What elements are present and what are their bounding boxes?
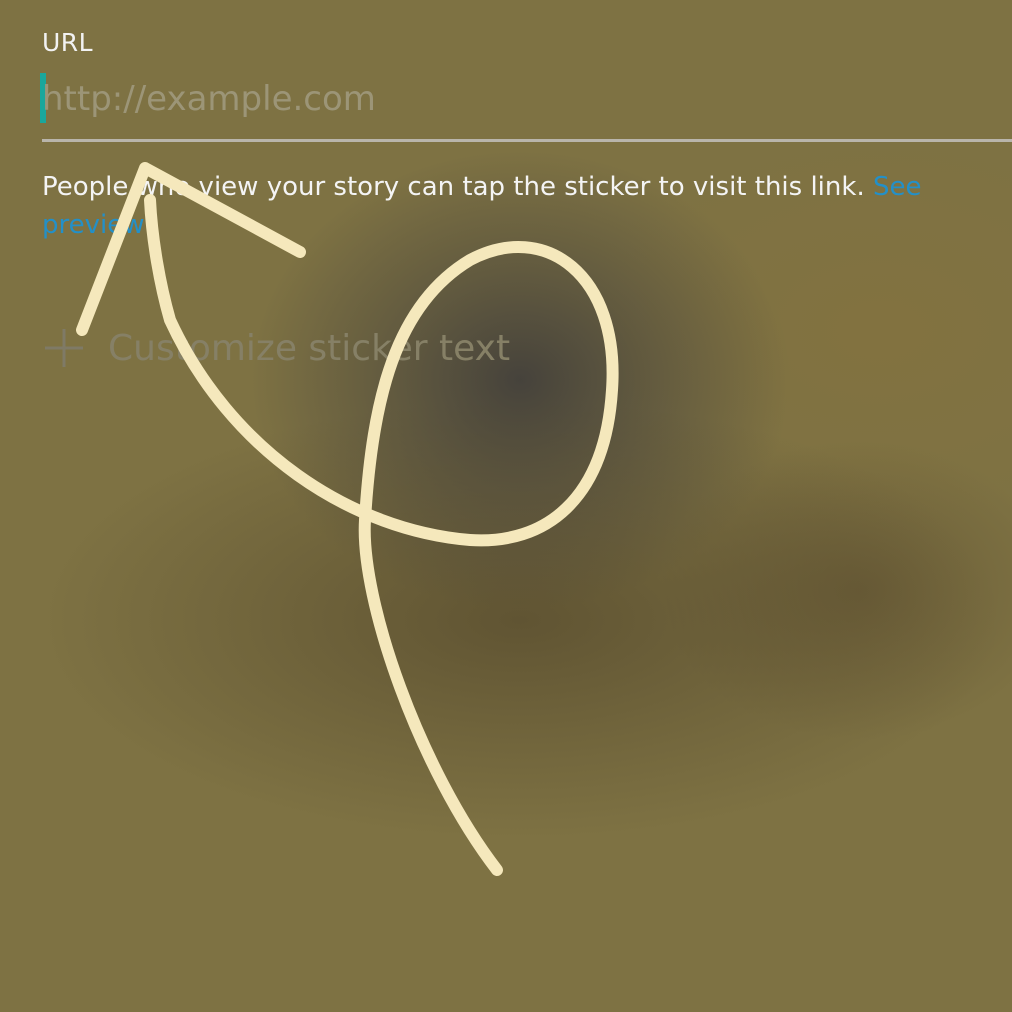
url-label: URL [42,28,94,57]
helper-text: People who view your story can tap the s… [42,168,992,244]
story-background [0,0,1012,1012]
plus-icon [45,329,83,367]
url-input-underline [42,139,1012,142]
helper-text-body: People who view your story can tap the s… [42,172,865,202]
customize-sticker-text-label: Customize sticker text [108,327,511,369]
url-input[interactable] [42,72,982,126]
customize-sticker-text-button[interactable]: Customize sticker text [42,326,510,370]
